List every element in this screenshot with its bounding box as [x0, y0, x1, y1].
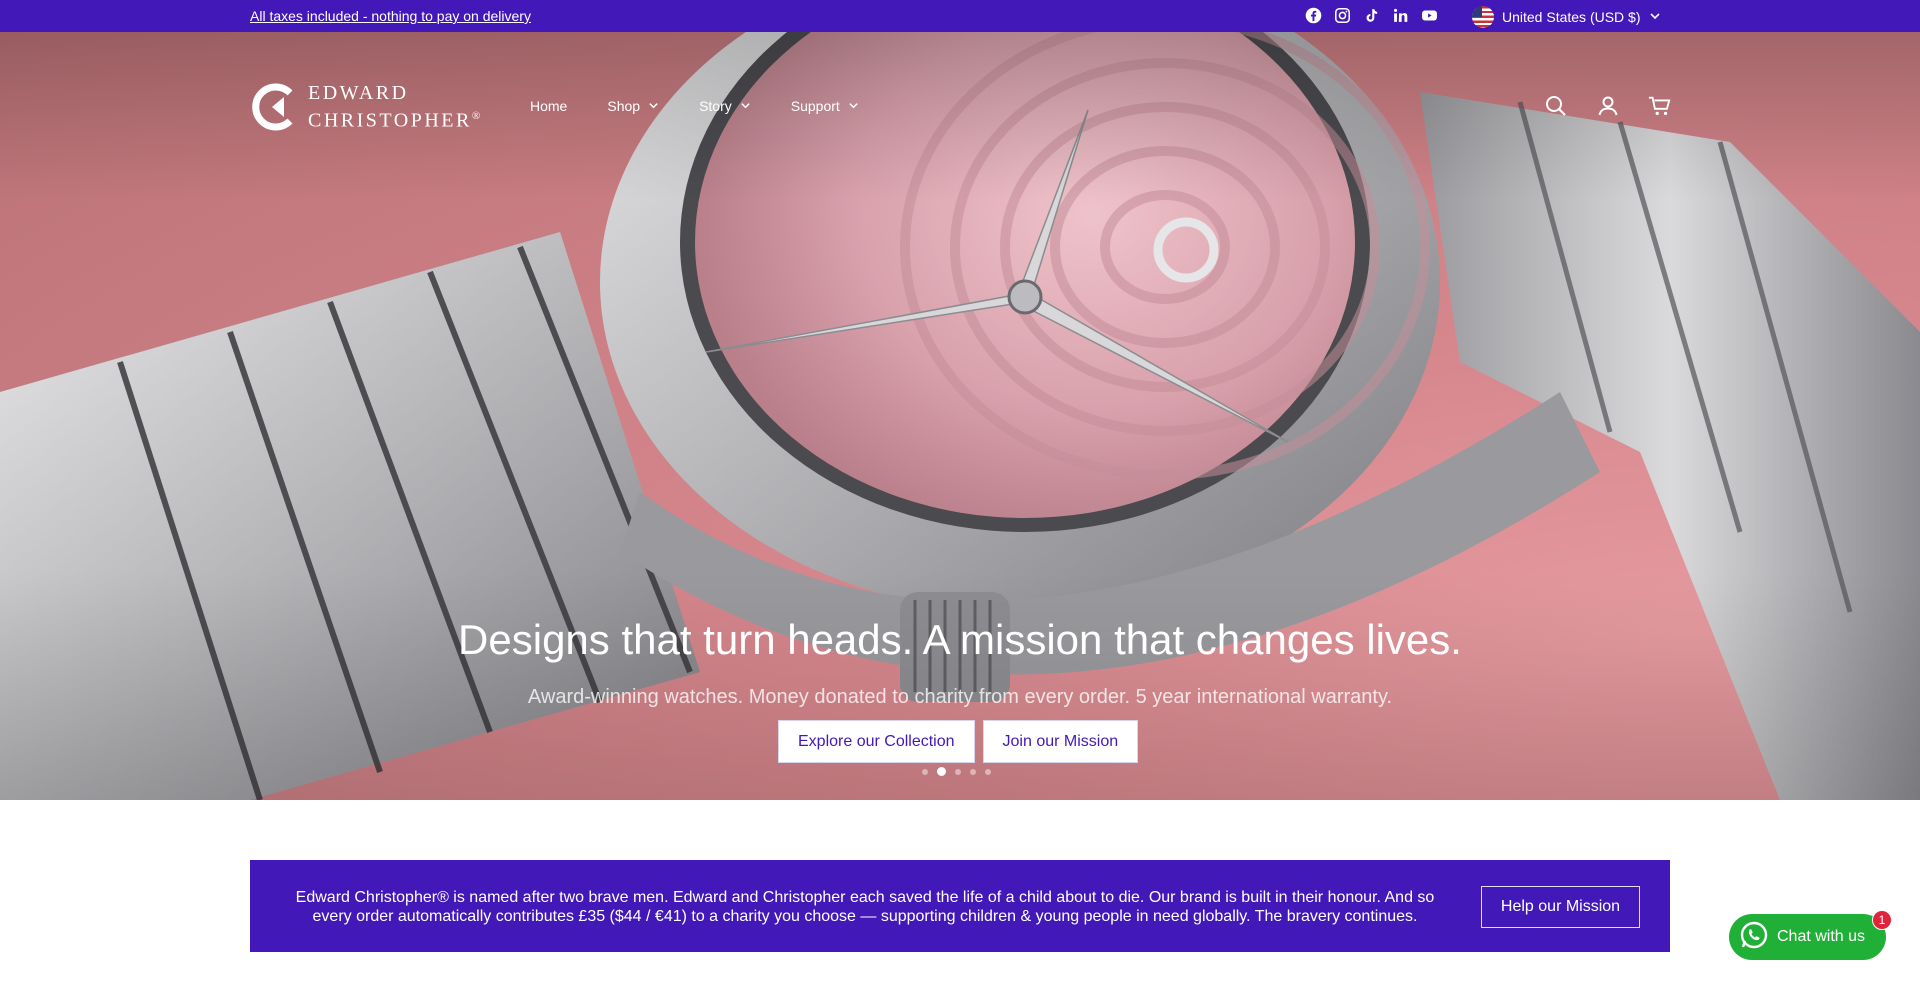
- brand-logo[interactable]: EDWARD CHRISTOPHER®: [250, 82, 483, 133]
- tiktok-icon[interactable]: [1363, 7, 1380, 24]
- hero-buttons: Explore our Collection Join our Mission: [778, 720, 1139, 763]
- ec-logo-icon: [250, 83, 298, 131]
- linkedin-icon[interactable]: [1392, 7, 1409, 24]
- account-icon[interactable]: [1596, 94, 1620, 118]
- social-links: [1305, 7, 1438, 24]
- nav-shop[interactable]: Shop: [607, 98, 659, 114]
- main-nav: Home Shop Story Support: [530, 98, 859, 114]
- chevron-down-icon: [848, 98, 859, 114]
- chat-notification-badge: 1: [1872, 910, 1892, 930]
- chat-widget-button[interactable]: Chat with us 1: [1729, 910, 1892, 960]
- us-flag-icon: [1472, 6, 1494, 28]
- slide-dots: [922, 767, 991, 776]
- slide-dot[interactable]: [922, 768, 928, 775]
- chevron-down-icon: [648, 98, 659, 114]
- hero-subtitle: Award-winning watches. Money donated to …: [527, 686, 1393, 708]
- slide-dot-active[interactable]: [937, 767, 946, 776]
- chevron-down-icon: [740, 98, 751, 114]
- nav-support[interactable]: Support: [791, 98, 859, 114]
- logo-wordmark: EDWARD CHRISTOPHER®: [308, 82, 483, 132]
- country-label: United States (USD $): [1502, 9, 1641, 25]
- help-mission-button[interactable]: Help our Mission: [1481, 886, 1640, 928]
- mission-text: Edward Christopher® is named after two b…: [295, 889, 1435, 925]
- announcement-bar: All taxes included - nothing to pay on d…: [0, 0, 1920, 32]
- hero-title: Designs that turn heads. A mission that …: [458, 616, 1462, 663]
- nav-story[interactable]: Story: [699, 98, 751, 114]
- nav-home[interactable]: Home: [530, 98, 567, 114]
- instagram-icon[interactable]: [1334, 7, 1351, 24]
- slide-dot[interactable]: [970, 768, 976, 775]
- chat-label: Chat with us: [1777, 928, 1866, 945]
- hero-banner: EDWARD CHRISTOPHER® Home Shop Story Supp…: [0, 32, 1920, 800]
- youtube-icon[interactable]: [1421, 7, 1438, 24]
- hero-watch-image: [0, 32, 1920, 800]
- explore-collection-button[interactable]: Explore our Collection: [778, 720, 975, 763]
- whatsapp-icon: [1739, 920, 1769, 955]
- country-selector[interactable]: United States (USD $): [1472, 6, 1661, 28]
- search-icon[interactable]: [1544, 94, 1568, 118]
- slide-dot[interactable]: [985, 768, 991, 775]
- join-mission-button[interactable]: Join our Mission: [982, 720, 1139, 763]
- slide-dot[interactable]: [955, 768, 961, 775]
- cart-icon[interactable]: [1648, 94, 1672, 118]
- facebook-icon[interactable]: [1305, 7, 1322, 24]
- mission-banner: Edward Christopher® is named after two b…: [250, 860, 1670, 952]
- taxes-info-link[interactable]: All taxes included - nothing to pay on d…: [250, 8, 531, 24]
- chevron-down-icon: [1649, 9, 1661, 25]
- header-actions: [1544, 94, 1672, 118]
